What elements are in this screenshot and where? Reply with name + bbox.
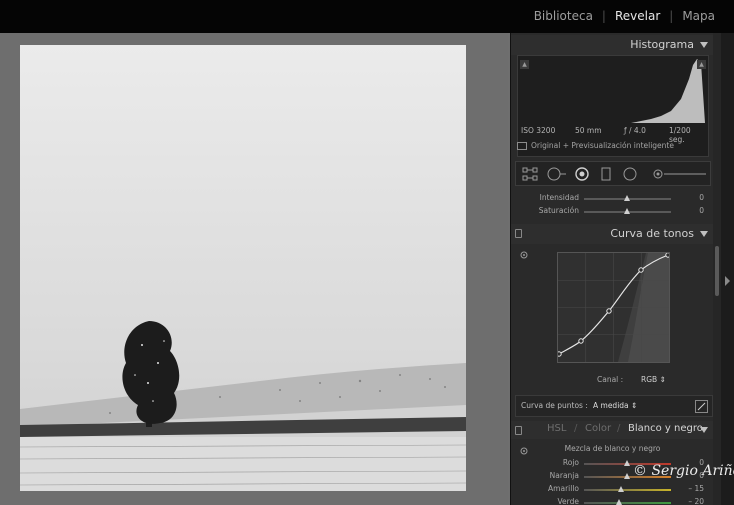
target-adjust-icon[interactable] — [520, 251, 528, 259]
shutter-readout: 1/200 seg. — [669, 126, 691, 144]
collapse-triangle-icon[interactable] — [700, 427, 708, 433]
radial-filter-icon[interactable] — [622, 167, 638, 181]
point-curve-row: Curva de puntos : A medida ⇕ — [515, 395, 713, 417]
right-panel: Histograma ▲ ▲ ISO 3200 50 mm ƒ / 4.0 1/… — [510, 33, 714, 505]
slider-label: Rojo — [562, 458, 579, 467]
slider-value: – 15 — [688, 484, 704, 493]
aperture-readout: ƒ / 4.0 — [624, 126, 646, 135]
right-panel-scrollbar[interactable] — [713, 33, 721, 505]
bw-mix-title: Mezcla de blanco y negro — [564, 444, 661, 453]
slider-label: Verde — [557, 497, 580, 505]
module-bar: Biblioteca | Revelar | Mapa — [0, 0, 734, 33]
module-separator: | — [601, 9, 606, 23]
spot-removal-icon[interactable] — [547, 167, 567, 181]
slider-knob[interactable] — [618, 486, 624, 492]
module-map[interactable]: Mapa — [682, 9, 715, 23]
histogram-header[interactable]: Histograma — [511, 35, 714, 55]
tone-curve-graph[interactable] — [556, 252, 671, 363]
tab-hsl[interactable]: HSL — [547, 423, 566, 434]
module-picker: Biblioteca | Revelar | Mapa — [534, 9, 715, 23]
adjustment-brush-icon[interactable] — [652, 167, 708, 181]
channel-label: Canal : — [597, 375, 624, 384]
tab-separator: / — [574, 423, 578, 434]
photo-image[interactable] — [20, 45, 466, 491]
slider-intensity[interactable]: Intensidad 0 — [511, 193, 714, 205]
watermark-signature: © Sergio Ariño — [633, 463, 734, 479]
clip-shadows-icon[interactable]: ▲ — [520, 60, 529, 69]
right-panel-toggle[interactable] — [721, 33, 734, 505]
preview-text: Original + Previsualización inteligente — [531, 141, 674, 150]
scrollbar-thumb[interactable] — [715, 246, 719, 296]
panel-switch-icon[interactable] — [515, 426, 522, 435]
slider-label: Intensidad — [539, 193, 579, 202]
slider-track[interactable] — [584, 489, 671, 491]
slider-saturation[interactable]: Saturación 0 — [511, 206, 714, 218]
histogram-title: Histograma — [630, 38, 694, 51]
slider-knob[interactable] — [624, 460, 630, 466]
point-curve-label: Curva de puntos : — [521, 401, 588, 410]
collapse-triangle-icon[interactable] — [700, 231, 708, 237]
slider-value: 0 — [699, 206, 704, 215]
preview-label: Original + Previsualización inteligente — [517, 141, 674, 150]
hsl-tabs: HSL / Color / Blanco y negro — [511, 421, 714, 439]
iso-readout: ISO 3200 — [521, 126, 556, 135]
channel-select[interactable]: RGB ⇕ — [641, 375, 666, 384]
slider-label: Saturación — [538, 206, 579, 215]
slider-value: 0 — [699, 193, 704, 202]
tab-color[interactable]: Color — [585, 423, 611, 434]
graduated-filter-icon[interactable] — [600, 167, 612, 181]
panel-toggle-arrow-icon[interactable] — [725, 276, 730, 286]
tool-strip — [515, 161, 711, 186]
slider-track[interactable] — [584, 502, 671, 504]
slider-knob[interactable] — [624, 473, 630, 479]
module-develop[interactable]: Revelar — [615, 9, 660, 23]
slider-yellow[interactable]: Amarillo – 15 — [511, 484, 714, 496]
module-separator: | — [669, 9, 674, 23]
clip-highlights-icon[interactable]: ▲ — [697, 60, 706, 69]
panel-switch-icon[interactable] — [515, 229, 522, 238]
tab-separator: / — [617, 423, 621, 434]
slider-knob[interactable] — [624, 195, 630, 201]
tone-curve-title: Curva de tonos — [610, 227, 694, 240]
tone-curve-header[interactable]: Curva de tonos — [511, 224, 714, 244]
edit-point-curve-icon[interactable] — [695, 400, 708, 413]
point-curve-select[interactable]: A medida ⇕ — [593, 401, 637, 410]
module-library[interactable]: Biblioteca — [534, 9, 593, 23]
red-eye-icon[interactable] — [574, 167, 590, 181]
focal-readout: 50 mm — [575, 126, 602, 135]
tab-black-white[interactable]: Blanco y negro — [628, 423, 703, 434]
slider-label: Naranja — [549, 471, 579, 480]
slider-label: Amarillo — [548, 484, 579, 493]
slider-green[interactable]: Verde – 20 — [511, 497, 714, 505]
slider-value: – 20 — [688, 497, 704, 505]
slider-knob[interactable] — [624, 208, 630, 214]
slider-knob[interactable] — [616, 499, 622, 505]
photo-canvas[interactable] — [0, 33, 508, 505]
collapse-triangle-icon[interactable] — [700, 42, 708, 48]
crop-overlay-icon[interactable] — [522, 167, 538, 181]
original-preview-icon — [517, 142, 527, 150]
